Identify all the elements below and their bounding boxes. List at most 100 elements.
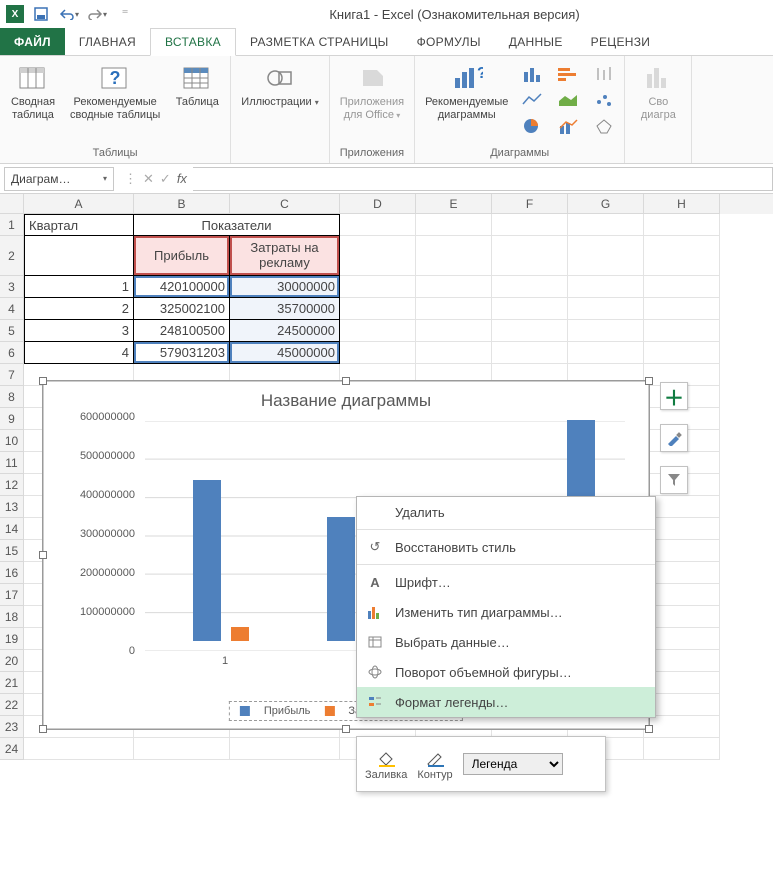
recommended-charts-button[interactable]: ? Рекомендуемые диаграммы [421,60,512,123]
cell[interactable] [644,276,720,298]
cell[interactable] [568,276,644,298]
ctx-format-legend[interactable]: Формат легенды… [357,687,655,717]
cell[interactable] [568,320,644,342]
col-header[interactable]: A [24,194,134,214]
qat-customize[interactable]: ⁼ [114,3,136,25]
ctx-3d-rotation[interactable]: Поворот объемной фигуры… [357,657,655,687]
cell[interactable] [492,342,568,364]
cell[interactable] [568,214,644,236]
combo-chart-icon[interactable] [554,116,582,136]
cell[interactable] [644,716,720,738]
row-header[interactable]: 6 [0,342,24,364]
chart-elements-button[interactable]: ＋ [660,382,688,410]
cell[interactable] [492,276,568,298]
namebox-more-icon[interactable]: ⋮ [124,171,137,187]
column-chart-icon[interactable] [518,64,546,84]
apps-for-office-button[interactable]: Приложения для Office ▾ [336,60,408,123]
cell[interactable] [340,214,416,236]
outline-button[interactable]: Контур [417,747,452,781]
formula-input[interactable] [193,167,773,191]
row-header[interactable]: 9 [0,408,24,430]
row-header[interactable]: 4 [0,298,24,320]
cell[interactable]: Показатели [134,214,340,236]
row-header[interactable]: 23 [0,716,24,738]
redo-button[interactable]: ▾ [86,3,108,25]
col-header[interactable]: G [568,194,644,214]
cell[interactable]: 4 [24,342,134,364]
col-header[interactable]: C [230,194,340,214]
chart-styles-button[interactable] [660,424,688,452]
bar-series2[interactable] [231,627,249,641]
cell[interactable]: 248100500 [134,320,230,342]
cell[interactable]: 30000000 [230,276,340,298]
select-all-triangle[interactable] [0,194,24,214]
col-header[interactable]: H [644,194,720,214]
cell[interactable] [340,320,416,342]
save-icon[interactable] [30,3,52,25]
cell[interactable] [492,298,568,320]
cell[interactable] [24,738,134,760]
row-header[interactable]: 21 [0,672,24,694]
tab-file[interactable]: ФАЙЛ [0,28,65,55]
cell[interactable] [492,214,568,236]
tab-data[interactable]: ДАННЫЕ [495,28,577,55]
row-header[interactable]: 17 [0,584,24,606]
fx-icon[interactable]: fx [177,171,187,186]
ctx-delete[interactable]: Удалить [357,497,655,527]
row-header[interactable]: 7 [0,364,24,386]
cell[interactable] [644,236,720,276]
cell[interactable]: 579031203 [134,342,230,364]
row-header[interactable]: 18 [0,606,24,628]
cell[interactable] [24,236,134,276]
tab-insert[interactable]: ВСТАВКА [150,28,236,56]
line-chart-icon[interactable] [518,90,546,110]
tab-page-layout[interactable]: РАЗМЕТКА СТРАНИЦЫ [236,28,403,55]
tab-home[interactable]: ГЛАВНАЯ [65,28,150,55]
cell[interactable] [416,236,492,276]
name-box[interactable]: Диаграм…▾ [4,167,114,191]
cell[interactable] [134,738,230,760]
cell[interactable] [340,276,416,298]
cell[interactable] [644,342,720,364]
pie-chart-icon[interactable] [518,116,546,136]
cell[interactable] [568,236,644,276]
cell[interactable] [416,214,492,236]
cell[interactable] [492,236,568,276]
ctx-font[interactable]: AШрифт… [357,567,655,597]
bar-chart-icon[interactable] [554,64,582,84]
cell[interactable]: 1 [24,276,134,298]
fill-button[interactable]: Заливка [365,747,407,781]
cell[interactable] [568,298,644,320]
cell[interactable] [644,320,720,342]
illustrations-button[interactable]: Иллюстрации ▾ [237,60,322,111]
cell[interactable] [644,298,720,320]
cell[interactable]: 420100000 [134,276,230,298]
cell[interactable]: 45000000 [230,342,340,364]
stock-chart-icon[interactable] [590,64,618,84]
bar-series1[interactable] [327,517,355,641]
cell[interactable]: 3 [24,320,134,342]
cell[interactable]: Затраты на рекламу [230,236,340,276]
cell[interactable]: 325002100 [134,298,230,320]
row-header[interactable]: 24 [0,738,24,760]
cell[interactable] [340,342,416,364]
row-header[interactable]: 13 [0,496,24,518]
pivot-table-button[interactable]: Сводная таблица [6,60,60,123]
row-header[interactable]: 14 [0,518,24,540]
pivot-chart-button[interactable]: Сво диагра [631,60,685,123]
bar-series1[interactable] [193,480,221,641]
ctx-select-data[interactable]: Выбрать данные… [357,627,655,657]
row-header[interactable]: 8 [0,386,24,408]
row-header[interactable]: 2 [0,236,24,276]
row-header[interactable]: 5 [0,320,24,342]
table-button[interactable]: Таблица [170,60,224,111]
cell[interactable] [230,738,340,760]
tab-review[interactable]: РЕЦЕНЗИ [577,28,665,55]
cell[interactable] [416,342,492,364]
scatter-chart-icon[interactable] [590,90,618,110]
row-header[interactable]: 11 [0,452,24,474]
cell[interactable]: Прибыль [134,236,230,276]
ctx-reset-style[interactable]: ↺Восстановить стиль [357,532,655,562]
area-chart-icon[interactable] [554,90,582,110]
row-header[interactable]: 16 [0,562,24,584]
